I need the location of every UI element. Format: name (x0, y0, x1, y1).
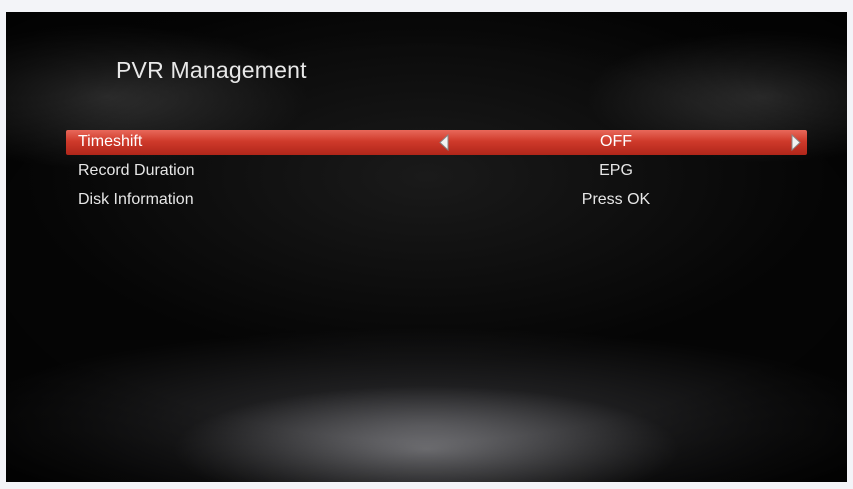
arrow-left-icon[interactable] (438, 134, 450, 151)
page-title: PVR Management (116, 57, 307, 83)
arrow-right-icon[interactable] (790, 134, 802, 151)
menu-item-disk-information[interactable]: Disk Information Press OK (66, 188, 807, 213)
pvr-menu: Timeshift OFF Record Duration EPG Disk I… (66, 130, 807, 217)
menu-item-label: Record Duration (78, 162, 195, 179)
menu-item-label: Disk Information (78, 191, 194, 208)
menu-item-label: Timeshift (78, 133, 143, 150)
menu-item-value: Press OK (581, 191, 651, 208)
tv-screen: PVR Management Timeshift OFF Record Dura… (6, 12, 847, 482)
menu-item-timeshift[interactable]: Timeshift OFF (66, 130, 807, 155)
menu-item-value: OFF (600, 133, 632, 150)
menu-item-value: EPG (599, 162, 633, 179)
menu-item-record-duration[interactable]: Record Duration EPG (66, 159, 807, 184)
